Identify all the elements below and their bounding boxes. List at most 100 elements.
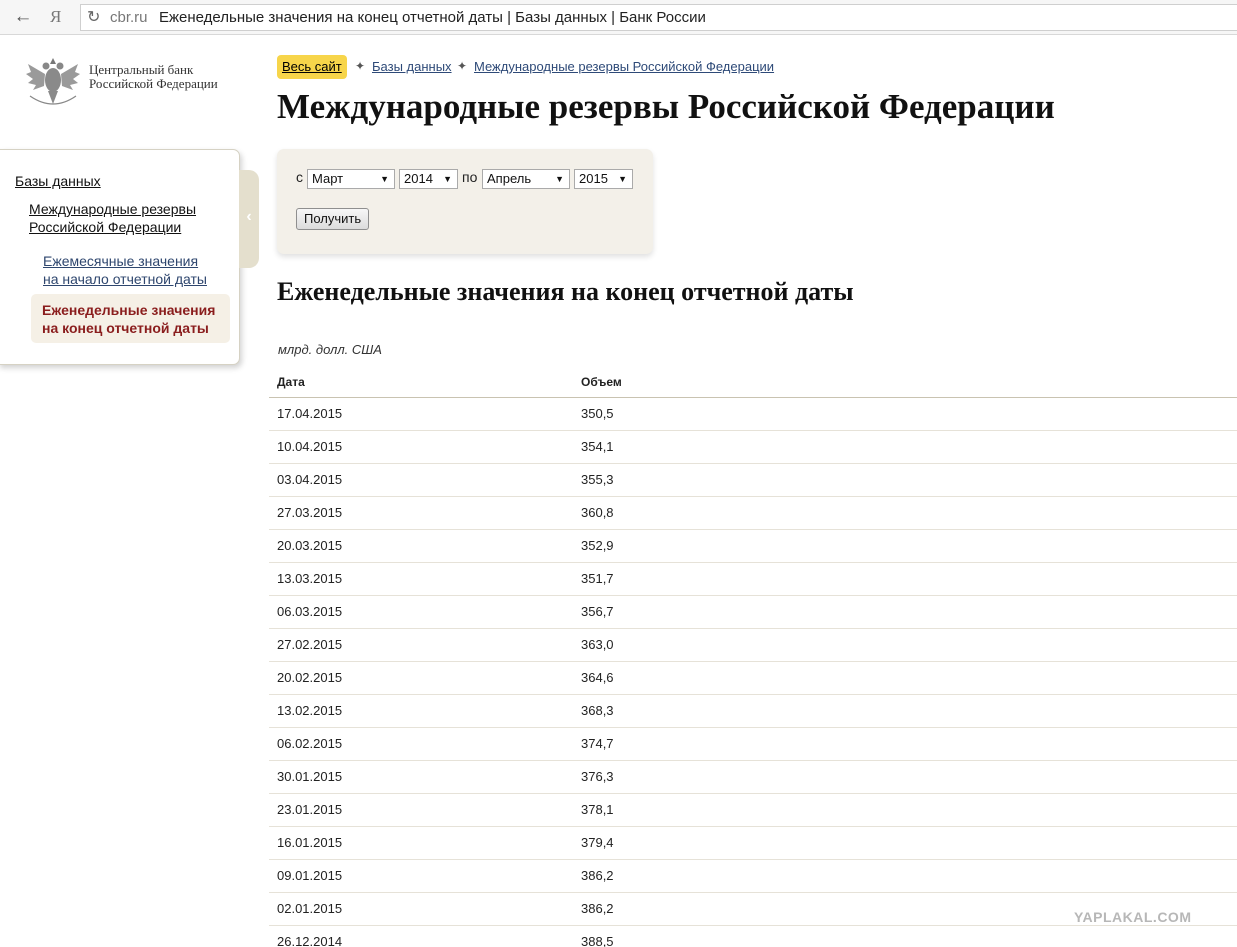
from-month-select[interactable]: Март ▼ xyxy=(307,169,395,189)
column-header-date: Дата xyxy=(277,375,305,389)
table-row: 20.02.2015 364,6 xyxy=(269,662,1237,695)
cell-volume: 356,7 xyxy=(581,604,614,619)
address-bar[interactable]: ↻ cbr.ru Еженедельные значения на конец … xyxy=(80,4,1237,31)
table-row: 20.03.2015 352,9 xyxy=(269,530,1237,563)
section-title: Еженедельные значения на конец отчетной … xyxy=(277,277,854,306)
sidebar-item-monthly-line2: на начало отчетной даты xyxy=(43,271,207,287)
table-row: 06.03.2015 356,7 xyxy=(269,596,1237,629)
table-row: 27.02.2015 363,0 xyxy=(269,629,1237,662)
cell-date: 03.04.2015 xyxy=(277,472,343,487)
cell-date: 13.02.2015 xyxy=(277,703,343,718)
sidebar-item-weekly-label: Еженедельные значения на конец отчетной … xyxy=(42,301,215,337)
cell-volume: 355,3 xyxy=(581,472,614,487)
cell-volume: 360,8 xyxy=(581,505,614,520)
cell-date: 09.01.2015 xyxy=(277,868,343,883)
dropdown-arrow-icon: ▼ xyxy=(555,174,564,184)
cell-volume: 386,2 xyxy=(581,901,614,916)
back-arrow-icon[interactable]: ← xyxy=(10,5,36,29)
column-header-volume: Объем xyxy=(581,375,622,389)
sidebar-collapse-handle[interactable]: ‹ xyxy=(239,170,259,268)
cell-volume: 386,2 xyxy=(581,868,614,883)
reload-icon[interactable]: ↻ xyxy=(87,6,100,30)
to-label: по xyxy=(462,169,478,185)
cell-date: 23.01.2015 xyxy=(277,802,343,817)
table-row: 26.12.2014 388,5 xyxy=(269,926,1237,947)
cell-date: 20.02.2015 xyxy=(277,670,343,685)
cell-volume: 364,6 xyxy=(581,670,614,685)
sidebar-item-monthly[interactable]: Ежемесячные значения на начало отчетной … xyxy=(43,252,207,288)
bank-name[interactable]: Центральный банк Российской Федерации xyxy=(89,63,218,91)
cell-date: 06.03.2015 xyxy=(277,604,343,619)
units-label: млрд. долл. США xyxy=(278,342,382,357)
cell-date: 30.01.2015 xyxy=(277,769,343,784)
sidebar-item-reserves[interactable]: Международные резервы Российской Федерац… xyxy=(29,200,196,236)
url-domain: cbr.ru xyxy=(110,9,148,26)
cell-date: 27.02.2015 xyxy=(277,637,343,652)
dropdown-arrow-icon: ▼ xyxy=(380,174,389,184)
breadcrumb-all-site[interactable]: Весь сайт xyxy=(277,55,347,79)
get-data-button[interactable]: Получить xyxy=(296,208,370,230)
table-row: 06.02.2015 374,7 xyxy=(269,728,1237,761)
table-row: 09.01.2015 386,2 xyxy=(269,860,1237,893)
date-filter-panel: с Март ▼ 2014 ▼ по Апрель ▼ 2015 ▼ Получ… xyxy=(277,149,653,254)
reserves-table: 17.04.2015 350,5 10.04.2015 354,1 03.04.2015… xyxy=(269,398,1237,947)
cell-volume: 378,1 xyxy=(581,802,614,817)
star-separator-icon: ✦ xyxy=(457,59,468,73)
cell-date: 10.04.2015 xyxy=(277,439,343,454)
cell-volume: 363,0 xyxy=(581,637,614,652)
cell-volume: 368,3 xyxy=(581,703,614,718)
table-row: 10.04.2015 354,1 xyxy=(269,431,1237,464)
cell-date: 17.04.2015 xyxy=(277,406,343,421)
double-headed-eagle-logo-icon[interactable] xyxy=(22,50,84,112)
cell-volume: 376,3 xyxy=(581,769,614,784)
page-title: Международные резервы Российской Федерац… xyxy=(277,87,1055,126)
bank-name-line2: Российской Федерации xyxy=(89,76,218,91)
from-month-value: Март xyxy=(312,171,344,186)
cell-date: 26.12.2014 xyxy=(277,934,343,947)
sidebar-item-reserves-line1: Международные резервы xyxy=(29,201,197,217)
from-year-value: 2014 xyxy=(404,171,433,186)
sidebar-item-databases[interactable]: Базы данных xyxy=(15,172,101,190)
sidebar-item-weekly-active[interactable]: Еженедельные значения на конец отчетной … xyxy=(31,294,230,343)
dropdown-arrow-icon: ▼ xyxy=(443,174,452,184)
to-month-select[interactable]: Апрель ▼ xyxy=(482,169,570,189)
cell-date: 06.02.2015 xyxy=(277,736,343,751)
table-row: 16.01.2015 379,4 xyxy=(269,827,1237,860)
breadcrumb-reserves[interactable]: Международные резервы Российской Федерац… xyxy=(474,59,774,74)
dropdown-arrow-icon: ▼ xyxy=(618,174,627,184)
from-year-select[interactable]: 2014 ▼ xyxy=(399,169,458,189)
table-row: 13.02.2015 368,3 xyxy=(269,695,1237,728)
cell-volume: 388,5 xyxy=(581,934,614,947)
browser-toolbar: ← Я ↻ cbr.ru Еженедельные значения на ко… xyxy=(0,0,1237,35)
sidebar-item-weekly-line2: на конец отчетной даты xyxy=(42,320,209,336)
to-year-value: 2015 xyxy=(579,171,608,186)
to-year-select[interactable]: 2015 ▼ xyxy=(574,169,633,189)
page-tab-title: Еженедельные значения на конец отчетной … xyxy=(159,9,706,26)
bank-name-line1: Центральный банк xyxy=(89,62,194,77)
cell-date: 27.03.2015 xyxy=(277,505,343,520)
cell-volume: 374,7 xyxy=(581,736,614,751)
watermark: YAPLAKAL.COM xyxy=(1074,909,1192,925)
table-row: 03.04.2015 355,3 xyxy=(269,464,1237,497)
table-row: 30.01.2015 376,3 xyxy=(269,761,1237,794)
cell-volume: 379,4 xyxy=(581,835,614,850)
sidebar-item-reserves-line2: Российской Федерации xyxy=(29,219,182,235)
cell-volume: 354,1 xyxy=(581,439,614,454)
sidebar-item-monthly-line1: Ежемесячные значения xyxy=(43,253,199,269)
table-header: Дата Объем xyxy=(269,370,1237,398)
cell-date: 16.01.2015 xyxy=(277,835,343,850)
cell-volume: 350,5 xyxy=(581,406,614,421)
chevron-left-icon: ‹ xyxy=(246,208,252,225)
table-row: 23.01.2015 378,1 xyxy=(269,794,1237,827)
sidebar-nav: Базы данных Международные резервы Россий… xyxy=(0,149,240,365)
breadcrumb-databases[interactable]: Базы данных xyxy=(372,59,452,74)
table-row: 13.03.2015 351,7 xyxy=(269,563,1237,596)
cell-volume: 351,7 xyxy=(581,571,614,586)
sidebar-item-weekly-line1: Еженедельные значения xyxy=(42,302,216,318)
cell-date: 13.03.2015 xyxy=(277,571,343,586)
table-row: 27.03.2015 360,8 xyxy=(269,497,1237,530)
yandex-button[interactable]: Я xyxy=(50,5,66,29)
from-label: с xyxy=(296,169,303,185)
cell-volume: 352,9 xyxy=(581,538,614,553)
star-separator-icon: ✦ xyxy=(355,59,366,73)
